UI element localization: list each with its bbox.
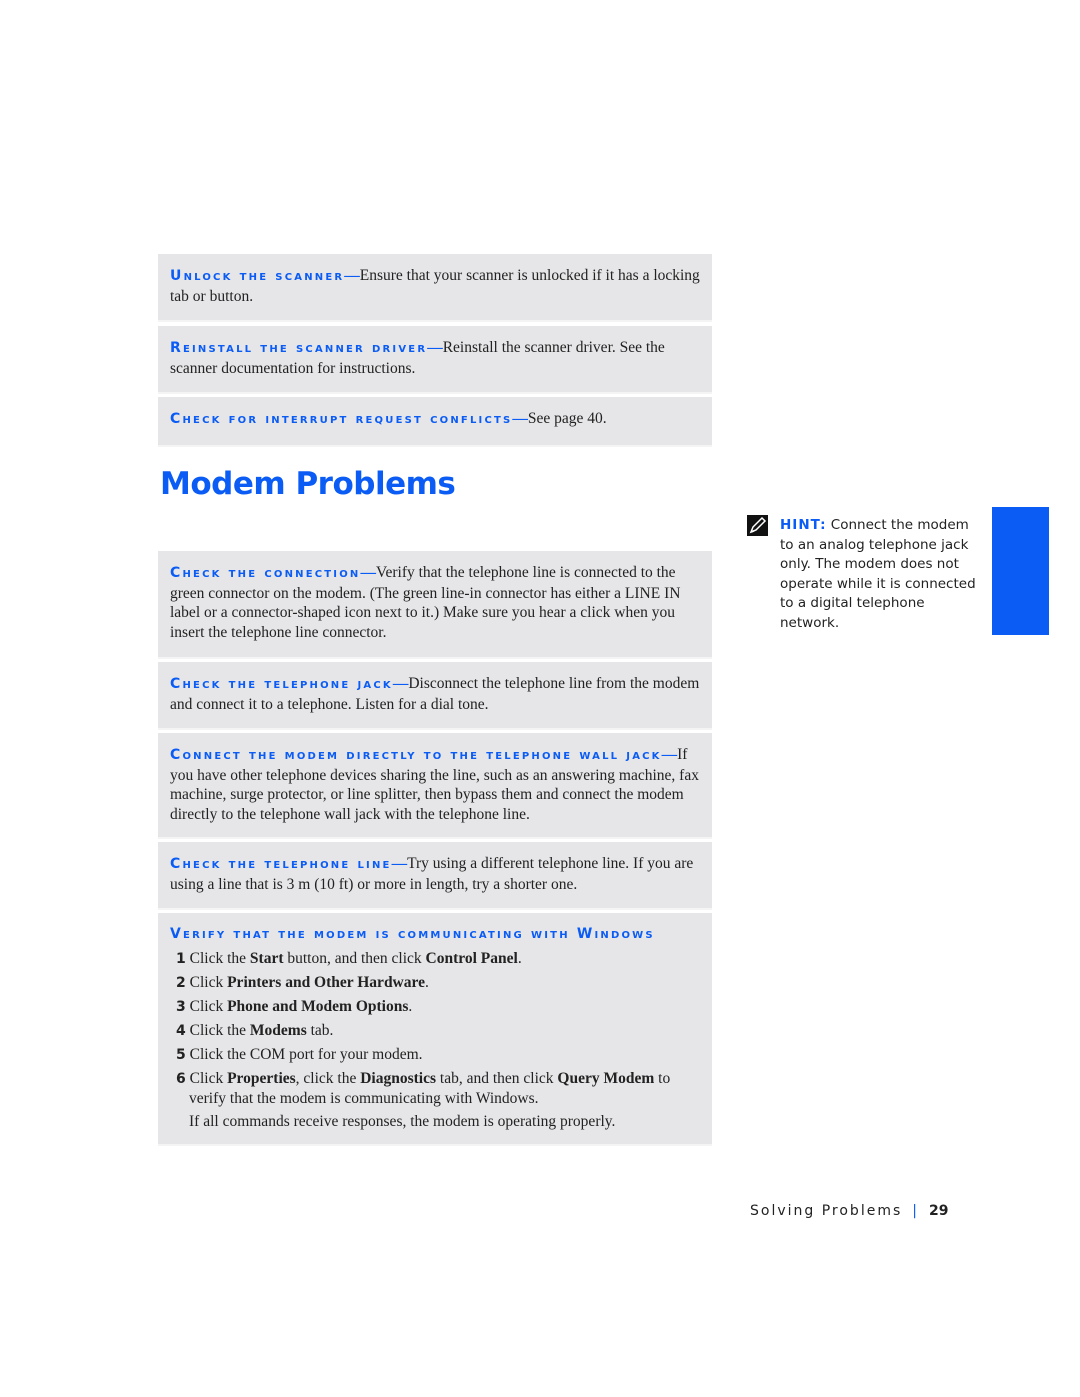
hint-note: HINT: Connect the modem to an analog tel… [780,516,980,633]
ui-term: Properties [227,1069,296,1087]
step-text: Click [189,973,228,991]
step-text: tab. [306,1021,334,1039]
ui-term: Diagnostics [360,1069,437,1087]
ui-term: Control Panel [425,949,518,967]
troubleshoot-item: Check the telephone jack—Disconnect the … [158,662,712,730]
step-note: If all commands receive responses, the m… [189,1113,616,1131]
step-text: . [408,997,413,1015]
step-text: . [517,949,522,967]
step-number: 5 [176,1046,186,1063]
step-number: 3 [176,998,186,1015]
chapter-tab [992,507,1049,635]
ui-term: Phone and Modem Options [227,997,409,1015]
step-text: tab, and then click [436,1069,558,1087]
item-heading: Check the telephone jack [170,676,393,692]
step: 5 Click the COM port for your modem. [176,1045,700,1066]
em-dash: — [391,855,408,872]
item-heading: Verify that the modem is communicating w… [170,926,655,942]
troubleshoot-item: Check the telephone line—Try using a dif… [158,842,712,910]
step-text: Click the [189,1021,250,1039]
pencil-note-icon [747,515,768,536]
step: 6 Click Properties, click the Diagnostic… [176,1069,700,1109]
step-text: Click the COM port for your modem. [189,1045,423,1063]
ui-term: Query Modem [557,1069,655,1087]
em-dash: — [661,746,678,763]
hint-text: Connect the modem to an analog telephone… [780,517,976,631]
footer-separator: | [912,1203,919,1219]
step: 4 Click the Modems tab. [176,1021,700,1042]
step-text: , click the [295,1069,361,1087]
step-text: . [424,973,429,991]
item-heading: Check the connection [170,565,361,581]
troubleshoot-item: Check the connection—Verify that the tel… [158,551,712,659]
em-dash: — [344,267,360,284]
troubleshoot-item: Connect the modem directly to the teleph… [158,733,712,839]
ui-term: Start [249,949,284,967]
hint-label: HINT: [780,517,827,533]
ui-term: Modems [249,1021,307,1039]
step-text: Click the [189,949,250,967]
page-footer: Solving Problems | 29 [750,1203,948,1219]
item-heading: Connect the modem directly to the teleph… [170,747,662,763]
page-number: 29 [928,1203,949,1219]
em-dash: — [427,339,443,356]
step: 1 Click the Start button, and then click… [176,949,700,970]
step-text: button, and then click [283,949,426,967]
step-text: Click [189,997,228,1015]
step-text: Click [189,1069,228,1087]
item-heading: Reinstall the scanner driver [170,340,428,356]
em-dash: — [392,675,409,692]
em-dash: — [360,564,377,581]
step-number: 2 [176,974,186,991]
step: 2 Click Printers and Other Hardware. [176,973,700,994]
item-heading: Check the telephone line [170,856,392,872]
item-heading: Unlock the scanner [170,268,345,284]
troubleshoot-item: Reinstall the scanner driver—Reinstall t… [158,326,712,394]
step-list: 1 Click the Start button, and then click… [176,949,700,1132]
ui-term: Printers and Other Hardware [227,973,425,991]
troubleshoot-item: Unlock the scanner—Ensure that your scan… [158,254,712,322]
item-heading: Check for interrupt request conflicts [170,411,513,427]
troubleshoot-item: Check for interrupt request conflicts—Se… [158,397,712,447]
footer-section: Solving Problems [750,1203,903,1219]
item-body: See page 40. [527,410,607,427]
step: 3 Click Phone and Modem Options. [176,997,700,1018]
section-title: Modem Problems [160,466,456,502]
em-dash: — [512,410,528,427]
step-number: 6 [176,1070,186,1087]
step-number: 4 [176,1022,186,1039]
step-number: 1 [176,950,186,967]
verify-item: Verify that the modem is communicating w… [158,913,712,1146]
